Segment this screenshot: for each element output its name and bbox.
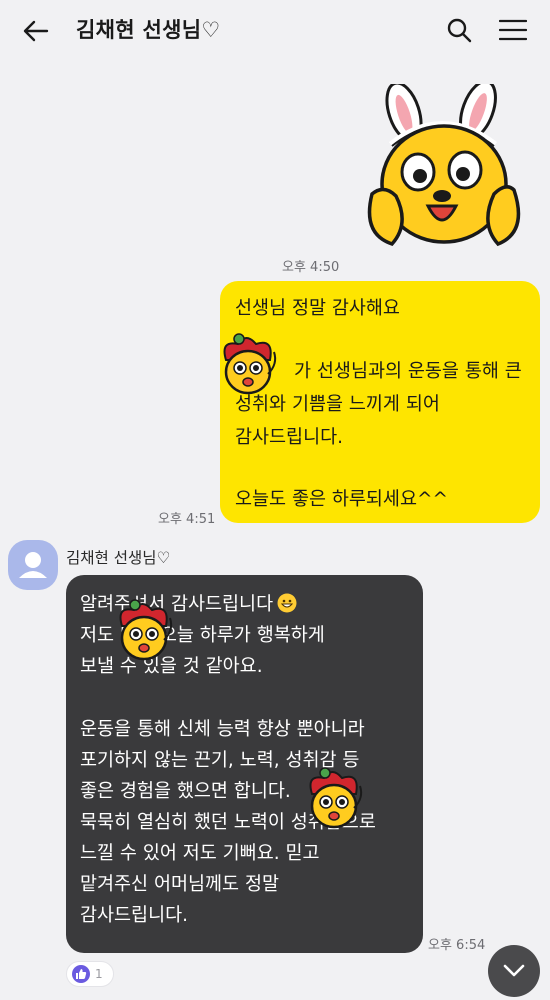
arrow-left-icon: [23, 20, 49, 42]
message-line: 가 선생님과의 운동을 통해 큰: [294, 361, 522, 382]
sender-name: 김채현 선생님♡: [66, 549, 171, 567]
chevron-down-icon: [503, 964, 525, 977]
message-line: 운동을 통해 신체 능력 향상 뿐아니라: [80, 719, 365, 740]
reaction-count: 1: [95, 967, 103, 981]
privacy-cover-sticker: [309, 767, 363, 829]
message-line: 오늘도 좋은 하루되세요^^: [235, 489, 448, 510]
chat-title: 김채현 선생님♡: [76, 18, 221, 42]
default-profile-icon: [19, 552, 47, 578]
menu-button[interactable]: [494, 13, 532, 47]
message-line: 감사드립니다.: [235, 427, 344, 448]
bunny-ears-character-image: [367, 79, 521, 247]
reaction-badge[interactable]: 1: [66, 961, 114, 987]
chat-header: 김채현 선생님♡: [0, 0, 550, 62]
privacy-cover-sticker: [119, 599, 173, 661]
my-message-bubble[interactable]: 선생님 정말 감사해요 가 선생님과의 운동을 통해 큰 성취와 기쁨을 느끼게…: [220, 281, 540, 523]
avatar[interactable]: [8, 540, 58, 590]
message-line: 감사드립니다.: [80, 905, 189, 926]
scroll-to-bottom-button[interactable]: [488, 945, 540, 997]
privacy-cover-sticker: [223, 333, 277, 395]
message-timestamp: 오후 6:54: [428, 938, 486, 953]
message-timestamp: 오후 4:51: [158, 512, 216, 527]
hamburger-menu-icon: [499, 19, 527, 41]
message-timestamp: 오후 4:50: [282, 260, 340, 275]
search-icon: [447, 18, 472, 43]
message-line: 선생님 정말 감사해요: [235, 298, 400, 319]
search-button[interactable]: [442, 13, 476, 47]
message-line: 좋은 경험을 했으면 합니다.: [80, 781, 291, 802]
back-button[interactable]: [18, 14, 54, 48]
message-line: 느낄 수 있어 저도 기뻐요. 믿고: [80, 843, 320, 864]
bunny-character-sticker[interactable]: [362, 79, 532, 264]
message-line: 맡겨주신 어머님께도 정말: [80, 874, 279, 895]
grinning-face-emoji-icon: [277, 593, 297, 613]
thumbs-up-icon: [72, 965, 90, 983]
